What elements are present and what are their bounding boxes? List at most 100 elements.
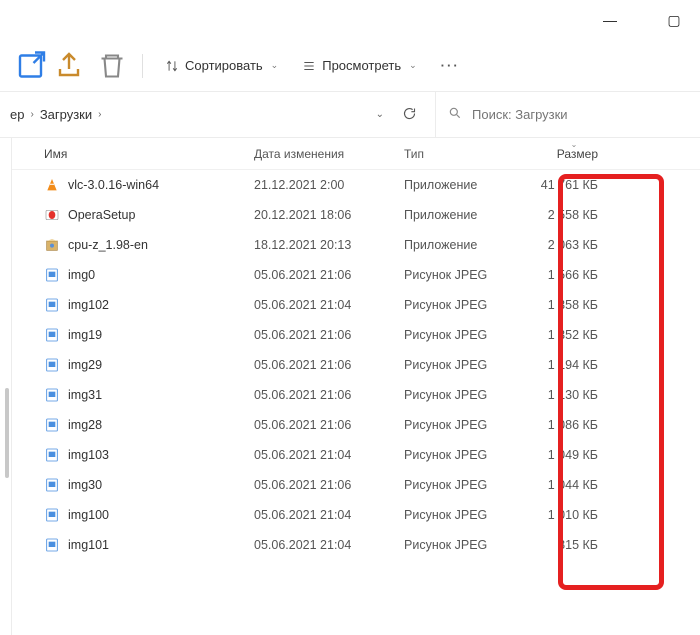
file-icon bbox=[44, 417, 60, 433]
file-date: 05.06.2021 21:04 bbox=[254, 298, 404, 312]
breadcrumb[interactable]: ер › Загрузки › bbox=[0, 107, 358, 122]
file-date: 05.06.2021 21:04 bbox=[254, 508, 404, 522]
table-row[interactable]: img29 05.06.2021 21:06Рисунок JPEG1 194 К… bbox=[12, 350, 700, 380]
table-row[interactable]: img19 05.06.2021 21:06Рисунок JPEG1 352 К… bbox=[12, 320, 700, 350]
chevron-down-icon: ⌄ bbox=[271, 60, 279, 71]
file-type: Рисунок JPEG bbox=[404, 298, 524, 312]
file-name: cpu-z_1.98-en bbox=[68, 238, 148, 252]
file-icon bbox=[44, 297, 60, 313]
chevron-right-icon: › bbox=[30, 109, 33, 120]
view-label: Просмотреть bbox=[322, 58, 401, 73]
file-icon bbox=[44, 327, 60, 343]
file-name: img101 bbox=[68, 538, 109, 552]
more-button[interactable]: ··· bbox=[431, 48, 470, 84]
file-size: 1 352 КБ bbox=[524, 328, 624, 342]
breadcrumb-seg[interactable]: Загрузки bbox=[40, 107, 92, 122]
file-type: Рисунок JPEG bbox=[404, 328, 524, 342]
file-size: 2 063 КБ bbox=[524, 238, 624, 252]
file-date: 05.06.2021 21:06 bbox=[254, 268, 404, 282]
file-size: 1 044 КБ bbox=[524, 478, 624, 492]
file-type: Рисунок JPEG bbox=[404, 418, 524, 432]
file-size: 1 010 КБ bbox=[524, 508, 624, 522]
sort-indicator-icon: ⌄ bbox=[571, 140, 578, 149]
file-name: img29 bbox=[68, 358, 102, 372]
sort-label: Сортировать bbox=[185, 58, 263, 73]
file-size: 1 130 КБ bbox=[524, 388, 624, 402]
file-name: OperaSetup bbox=[68, 208, 135, 222]
file-size: 815 КБ bbox=[524, 538, 624, 552]
file-icon bbox=[44, 477, 60, 493]
file-name: img28 bbox=[68, 418, 102, 432]
file-icon bbox=[44, 237, 60, 253]
file-icon bbox=[44, 177, 60, 193]
toolbar-divider bbox=[142, 54, 143, 78]
table-row[interactable]: img0 05.06.2021 21:06Рисунок JPEG1 566 КБ bbox=[12, 260, 700, 290]
breadcrumb-seg[interactable]: ер bbox=[10, 107, 24, 122]
file-size: 1 566 КБ bbox=[524, 268, 624, 282]
file-type: Рисунок JPEG bbox=[404, 448, 524, 462]
table-row[interactable]: vlc-3.0.16-win64 21.12.2021 2:00Приложени… bbox=[12, 170, 700, 200]
file-type: Рисунок JPEG bbox=[404, 358, 524, 372]
file-size: 1 049 КБ bbox=[524, 448, 624, 462]
file-date: 05.06.2021 21:04 bbox=[254, 538, 404, 552]
column-header-type[interactable]: Тип bbox=[404, 147, 524, 161]
file-size: 2 558 КБ bbox=[524, 208, 624, 222]
file-size: 1 086 КБ bbox=[524, 418, 624, 432]
search-icon bbox=[448, 106, 462, 123]
table-row[interactable]: img100 05.06.2021 21:04Рисунок JPEG1 010 … bbox=[12, 500, 700, 530]
column-header-date[interactable]: Дата изменения bbox=[254, 147, 404, 161]
file-icon bbox=[44, 267, 60, 283]
table-row[interactable]: img2805.06.2021 21:06Рисунок JPEG1 086 К… bbox=[12, 410, 700, 440]
file-date: 20.12.2021 18:06 bbox=[254, 208, 404, 222]
file-date: 05.06.2021 21:06 bbox=[254, 478, 404, 492]
column-header-size[interactable]: ⌄ Размер bbox=[524, 147, 624, 161]
file-date: 05.06.2021 21:06 bbox=[254, 358, 404, 372]
search-input[interactable] bbox=[472, 107, 688, 122]
table-row[interactable]: img3005.06.2021 21:06Рисунок JPEG1 044 К… bbox=[12, 470, 700, 500]
view-button[interactable]: Просмотреть ⌄ bbox=[292, 48, 426, 84]
file-name: img100 bbox=[68, 508, 109, 522]
file-icon bbox=[44, 207, 60, 223]
file-icon bbox=[44, 387, 60, 403]
table-row[interactable]: img10205.06.2021 21:04Рисунок JPEG1 358 … bbox=[12, 290, 700, 320]
minimize-button[interactable]: — bbox=[590, 12, 630, 28]
file-icon bbox=[44, 507, 60, 523]
new-folder-icon[interactable] bbox=[14, 48, 50, 84]
file-size: 1 194 КБ bbox=[524, 358, 624, 372]
file-date: 21.12.2021 2:00 bbox=[254, 178, 404, 192]
file-type: Рисунок JPEG bbox=[404, 508, 524, 522]
table-row[interactable]: img103 05.06.2021 21:04Рисунок JPEG1 049 … bbox=[12, 440, 700, 470]
nav-pane-edge bbox=[0, 138, 12, 635]
file-type: Приложение bbox=[404, 178, 524, 192]
file-icon bbox=[44, 447, 60, 463]
column-header-name[interactable]: Имя bbox=[24, 147, 254, 161]
file-date: 18.12.2021 20:13 bbox=[254, 238, 404, 252]
table-row[interactable]: OperaSetup20.12.2021 18:06Приложение2 55… bbox=[12, 200, 700, 230]
file-name: img103 bbox=[68, 448, 109, 462]
share-icon[interactable] bbox=[54, 48, 90, 84]
file-icon bbox=[44, 537, 60, 553]
file-name: img0 bbox=[68, 268, 95, 282]
file-name: img102 bbox=[68, 298, 109, 312]
table-row[interactable]: img101 05.06.2021 21:04Рисунок JPEG815 КБ bbox=[12, 530, 700, 560]
scrollbar[interactable] bbox=[5, 388, 9, 478]
file-type: Приложение bbox=[404, 238, 524, 252]
file-date: 05.06.2021 21:04 bbox=[254, 448, 404, 462]
maximize-button[interactable]: ▢ bbox=[654, 12, 694, 29]
file-type: Рисунок JPEG bbox=[404, 538, 524, 552]
refresh-icon[interactable] bbox=[402, 106, 417, 124]
file-name: img31 bbox=[68, 388, 102, 402]
file-name: img19 bbox=[68, 328, 102, 342]
sort-button[interactable]: Сортировать ⌄ bbox=[155, 48, 288, 84]
history-dropdown-icon[interactable]: ⌄ bbox=[376, 109, 384, 120]
delete-icon[interactable] bbox=[94, 48, 130, 84]
file-name: vlc-3.0.16-win64 bbox=[68, 178, 159, 192]
chevron-down-icon: ⌄ bbox=[409, 60, 417, 71]
file-type: Рисунок JPEG bbox=[404, 268, 524, 282]
file-icon bbox=[44, 357, 60, 373]
file-date: 05.06.2021 21:06 bbox=[254, 328, 404, 342]
file-type: Рисунок JPEG bbox=[404, 478, 524, 492]
table-row[interactable]: cpu-z_1.98-en 18.12.2021 20:13Приложение2… bbox=[12, 230, 700, 260]
chevron-right-icon: › bbox=[98, 109, 101, 120]
table-row[interactable]: img3105.06.2021 21:06Рисунок JPEG1 130 К… bbox=[12, 380, 700, 410]
